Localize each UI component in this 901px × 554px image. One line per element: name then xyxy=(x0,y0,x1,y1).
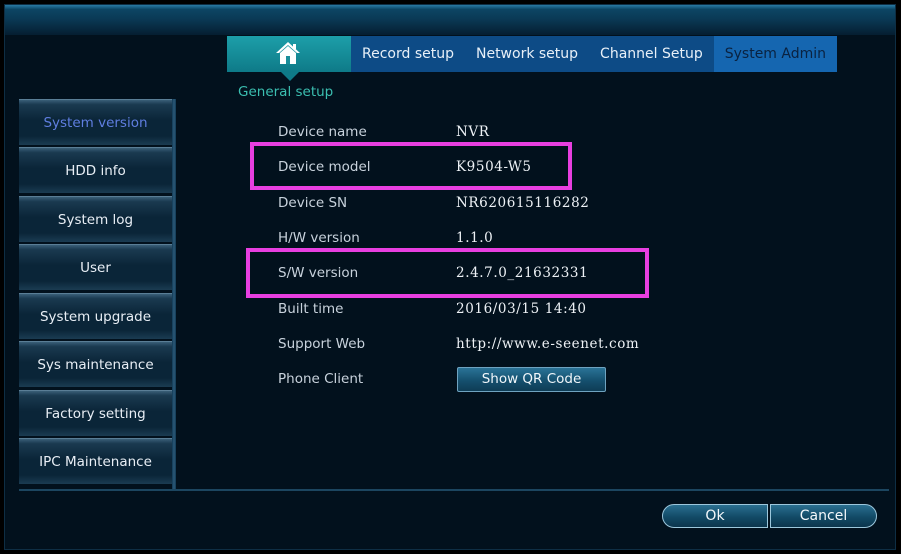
footer-divider xyxy=(19,489,889,491)
sidebar-item-system-version[interactable]: System version xyxy=(19,99,172,145)
device-sn-label: Device SN xyxy=(278,195,348,211)
main-tabs: Record setup Network setup Channel Setup… xyxy=(227,36,838,81)
tab-record-setup[interactable]: Record setup xyxy=(351,36,465,72)
phone-client-label: Phone Client xyxy=(278,371,364,387)
tab-network-setup[interactable]: Network setup xyxy=(464,36,590,72)
ok-button[interactable]: Ok xyxy=(662,504,768,528)
tab-home[interactable] xyxy=(227,36,351,81)
sidebar-item-sys-maintenance[interactable]: Sys maintenance xyxy=(19,341,172,387)
device-name-label: Device name xyxy=(278,124,367,140)
cancel-button[interactable]: Cancel xyxy=(770,504,877,528)
tab-system-admin[interactable]: System Admin xyxy=(713,36,838,72)
support-web-value: http://www.e-seenet.com xyxy=(456,336,640,352)
highlight-device-model xyxy=(250,142,572,190)
show-qr-code-button[interactable]: Show QR Code xyxy=(457,367,606,392)
section-title: General setup xyxy=(238,84,334,100)
home-icon xyxy=(276,42,300,64)
sidebar-item-system-log[interactable]: System log xyxy=(19,196,172,242)
highlight-sw-version xyxy=(246,248,649,298)
sidebar-item-user[interactable]: User xyxy=(19,244,172,290)
title-bar xyxy=(5,5,895,35)
support-web-label: Support Web xyxy=(278,336,366,352)
hw-version-value: 1.1.0 xyxy=(456,230,494,246)
sidebar-item-factory-setting[interactable]: Factory setting xyxy=(19,390,172,436)
built-time-label: Built time xyxy=(278,301,344,317)
sidebar: System version HDD info System log User … xyxy=(19,99,172,489)
sidebar-divider xyxy=(172,99,176,491)
sidebar-item-system-upgrade[interactable]: System upgrade xyxy=(19,293,172,339)
built-time-value: 2016/03/15 14:40 xyxy=(456,301,587,317)
tab-channel-setup[interactable]: Channel Setup xyxy=(589,36,714,72)
device-name-value: NVR xyxy=(456,124,490,140)
app-window: Record setup Network setup Channel Setup… xyxy=(4,4,896,550)
sidebar-item-ipc-maintenance[interactable]: IPC Maintenance xyxy=(19,438,172,484)
hw-version-label: H/W version xyxy=(278,230,360,246)
device-sn-value: NR620615116282 xyxy=(456,195,590,211)
sidebar-item-hdd-info[interactable]: HDD info xyxy=(19,147,172,193)
